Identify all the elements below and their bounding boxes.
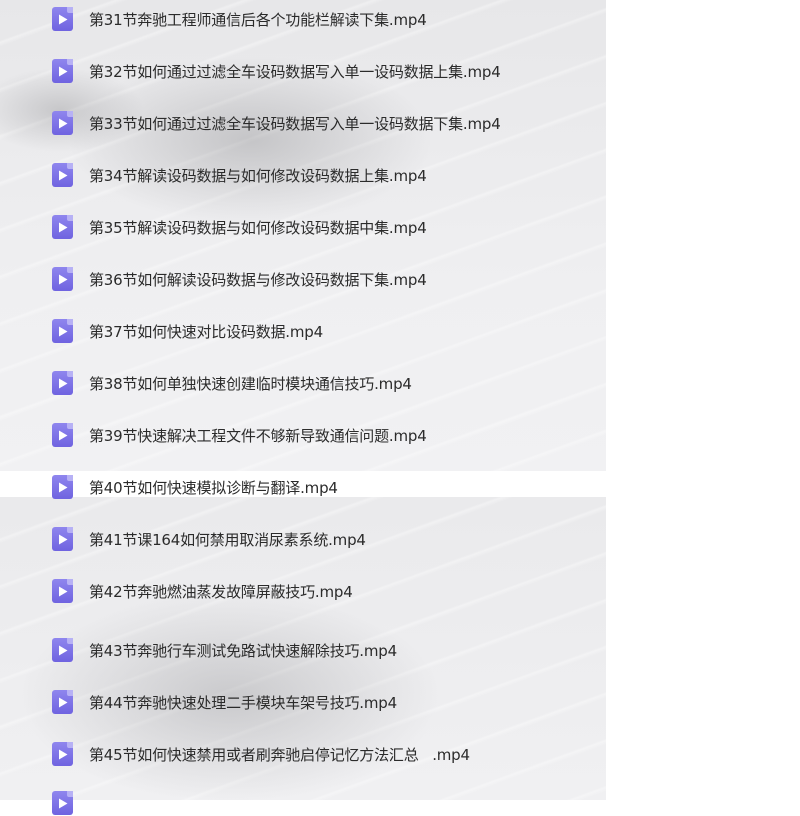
list-item[interactable]: 第35节解读设码数据与如何修改设码数据中集.mp4 [52, 214, 427, 240]
video-file-icon [52, 111, 73, 135]
file-name: 第44节奔驰快速处理二手模块车架号技巧.mp4 [89, 693, 397, 712]
video-file-icon [52, 791, 73, 815]
file-name: 第45节如何快速禁用或者刷奔驰启停记忆方法汇总 .mp4 [89, 745, 470, 764]
list-item[interactable]: 第40节如何快速模拟诊断与翻译.mp4 [52, 474, 338, 500]
file-name: 第36节如何解读设码数据与修改设码数据下集.mp4 [89, 270, 427, 289]
list-item[interactable]: 第31节奔驰工程师通信后各个功能栏解读下集.mp4 [52, 6, 427, 32]
video-file-icon [52, 319, 73, 343]
video-file-icon [52, 475, 73, 499]
video-file-icon [52, 527, 73, 551]
file-name: 第34节解读设码数据与如何修改设码数据上集.mp4 [89, 166, 427, 185]
list-item[interactable]: 第39节快速解决工程文件不够新导致通信问题.mp4 [52, 422, 427, 448]
video-file-icon [52, 7, 73, 31]
file-list: 第31节奔驰工程师通信后各个功能栏解读下集.mp4 第32节如何通过过滤全车设码… [0, 0, 800, 815]
file-name: 第31节奔驰工程师通信后各个功能栏解读下集.mp4 [89, 10, 427, 29]
list-item[interactable]: 第41节课164如何禁用取消尿素系统.mp4 [52, 526, 366, 552]
list-item[interactable]: 第38节如何单独快速创建临时模块通信技巧.mp4 [52, 370, 412, 396]
file-name: 第40节如何快速模拟诊断与翻译.mp4 [89, 478, 338, 497]
list-item[interactable]: 第37节如何快速对比设码数据.mp4 [52, 318, 323, 344]
video-file-icon [52, 371, 73, 395]
video-file-icon [52, 638, 73, 662]
file-name: 第43节奔驰行车测试免路试快速解除技巧.mp4 [89, 641, 397, 660]
video-file-icon [52, 579, 73, 603]
file-name: 第32节如何通过过滤全车设码数据写入单一设码数据上集.mp4 [89, 62, 501, 81]
list-item[interactable]: 第45节如何快速禁用或者刷奔驰启停记忆方法汇总 .mp4 [52, 741, 470, 767]
video-file-icon [52, 215, 73, 239]
file-name: 第41节课164如何禁用取消尿素系统.mp4 [89, 530, 366, 549]
list-item[interactable]: 第32节如何通过过滤全车设码数据写入单一设码数据上集.mp4 [52, 58, 501, 84]
video-file-icon [52, 163, 73, 187]
video-file-icon [52, 690, 73, 714]
video-file-icon [52, 59, 73, 83]
video-file-icon [52, 423, 73, 447]
list-item[interactable]: 第34节解读设码数据与如何修改设码数据上集.mp4 [52, 162, 427, 188]
list-item[interactable]: 第43节奔驰行车测试免路试快速解除技巧.mp4 [52, 637, 397, 663]
list-item[interactable]: 第42节奔驰燃油蒸发故障屏蔽技巧.mp4 [52, 578, 353, 604]
list-item[interactable]: 第33节如何通过过滤全车设码数据写入单一设码数据下集.mp4 [52, 110, 501, 136]
file-name: 第35节解读设码数据与如何修改设码数据中集.mp4 [89, 218, 427, 237]
list-item[interactable]: 第44节奔驰快速处理二手模块车架号技巧.mp4 [52, 689, 397, 715]
video-file-icon [52, 267, 73, 291]
file-name: 第38节如何单独快速创建临时模块通信技巧.mp4 [89, 374, 412, 393]
list-item[interactable]: 第36节如何解读设码数据与修改设码数据下集.mp4 [52, 266, 427, 292]
file-name: 第42节奔驰燃油蒸发故障屏蔽技巧.mp4 [89, 582, 353, 601]
video-file-icon [52, 742, 73, 766]
file-name: 第33节如何通过过滤全车设码数据写入单一设码数据下集.mp4 [89, 114, 501, 133]
file-name: 第37节如何快速对比设码数据.mp4 [89, 322, 323, 341]
file-name: 第39节快速解决工程文件不够新导致通信问题.mp4 [89, 426, 427, 445]
list-item-partial[interactable] [52, 790, 73, 816]
